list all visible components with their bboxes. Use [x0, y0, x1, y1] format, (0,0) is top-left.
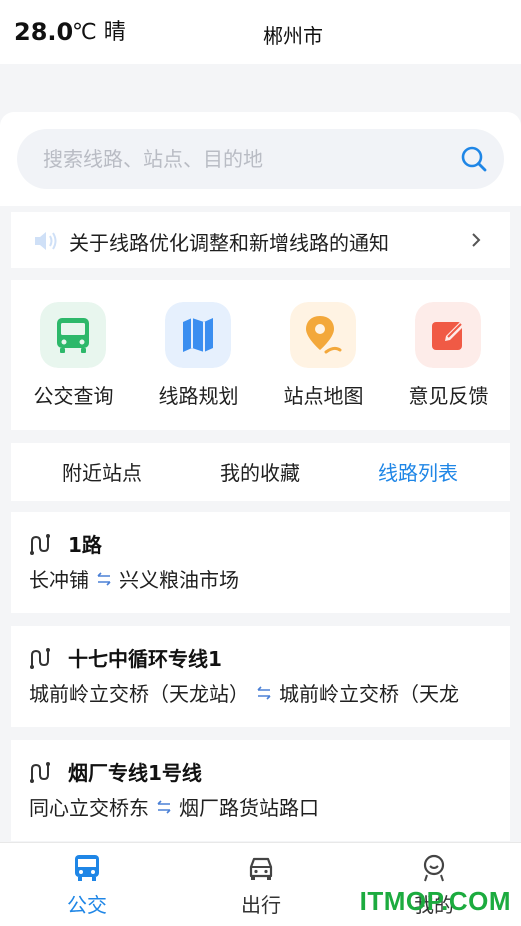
chevron-right-icon [472, 233, 481, 247]
nav-label: 出行 [241, 893, 281, 917]
quick-action-label: 站点地图 [283, 384, 364, 408]
nav-bus[interactable]: 公交 [0, 843, 174, 926]
swap-arrows-icon [97, 572, 111, 586]
quick-action-label: 意见反馈 [408, 384, 489, 408]
quick-action-feedback[interactable]: 意见反馈 [386, 280, 511, 430]
route-icon [30, 534, 50, 555]
bus-icon [75, 855, 99, 881]
quick-actions: 公交查询 线路规划 站点地图 意见反馈 [11, 280, 510, 430]
quick-action-label: 公交查询 [33, 384, 114, 408]
route-icon [30, 762, 50, 783]
tab-my-favorites[interactable]: 我的收藏 [177, 457, 343, 486]
route-end: 城前岭立交桥（天龙 [279, 682, 459, 706]
map-icon [165, 302, 231, 368]
notice-text: 关于线路优化调整和新增线路的通知 [69, 231, 389, 255]
car-icon [249, 857, 273, 880]
city-name[interactable]: 郴州市 [0, 20, 521, 49]
search-icon[interactable] [460, 145, 488, 173]
quick-action-label: 线路规划 [158, 384, 239, 408]
route-path: 城前岭立交桥（天龙站） 城前岭立交桥（天龙 [29, 678, 510, 707]
notice-banner[interactable]: 关于线路优化调整和新增线路的通知 [11, 212, 510, 268]
quick-action-route-planning[interactable]: 线路规划 [136, 280, 261, 430]
route-path: 同心立交桥东 烟厂路货站路口 [29, 792, 510, 821]
route-path: 长冲铺 兴义粮油市场 [29, 564, 510, 593]
tab-route-list[interactable]: 线路列表 [335, 457, 501, 486]
route-icon [30, 648, 50, 669]
search-input[interactable] [43, 129, 443, 189]
feedback-edit-icon [415, 302, 481, 368]
status-bar: 28.0 ℃ 晴 郴州市 [0, 0, 521, 64]
route-card[interactable]: 1路 长冲铺 兴义粮油市场 [11, 512, 510, 613]
route-name: 1路 [68, 533, 102, 557]
route-card[interactable]: 十七中循环专线1 城前岭立交桥（天龙站） 城前岭立交桥（天龙 [11, 626, 510, 727]
tab-nearby-stations[interactable]: 附近站点 [19, 457, 185, 486]
route-card[interactable]: 烟厂专线1号线 同心立交桥东 烟厂路货站路口 [11, 740, 510, 841]
nav-label: 公交 [67, 893, 107, 917]
route-end: 兴义粮油市场 [119, 568, 239, 592]
speaker-icon [35, 232, 57, 250]
route-end: 烟厂路货站路口 [179, 796, 319, 820]
watermark: ITMOP.COM [359, 886, 511, 916]
quick-action-station-map[interactable]: 站点地图 [261, 280, 386, 430]
nav-travel[interactable]: 出行 [174, 843, 348, 926]
route-start: 城前岭立交桥（天龙站） [29, 682, 249, 706]
search-bar[interactable] [17, 129, 504, 189]
bus-icon [40, 302, 106, 368]
swap-arrows-icon [157, 800, 171, 814]
quick-action-bus-query[interactable]: 公交查询 [11, 280, 136, 430]
route-start: 长冲铺 [29, 568, 89, 592]
search-card [0, 112, 521, 206]
route-name: 烟厂专线1号线 [68, 761, 202, 785]
swap-arrows-icon [257, 686, 271, 700]
route-start: 同心立交桥东 [29, 796, 149, 820]
route-name: 十七中循环专线1 [68, 647, 222, 671]
tab-bar: 附近站点 我的收藏 线路列表 [11, 443, 510, 501]
user-icon [423, 854, 445, 882]
location-pin-icon [290, 302, 356, 368]
